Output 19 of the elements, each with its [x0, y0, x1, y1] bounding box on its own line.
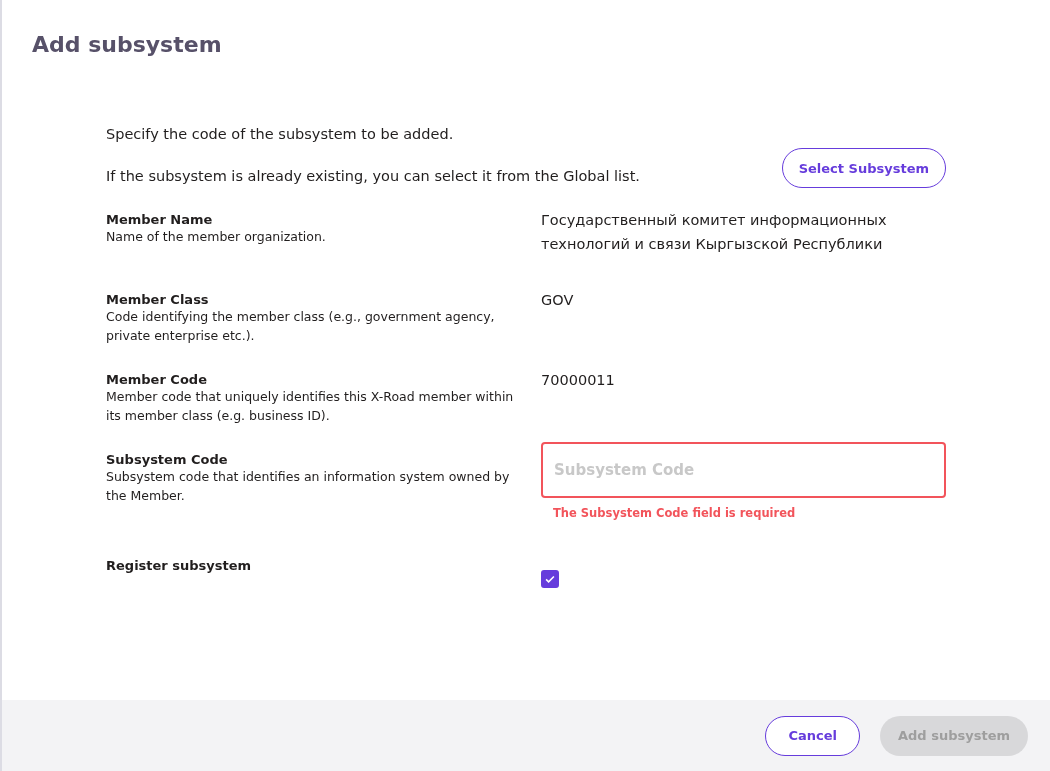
field-label: Member Name — [106, 212, 214, 227]
dialog-title: Add subsystem — [31, 31, 223, 59]
field-label: Subsystem Code — [106, 452, 229, 467]
select-subsystem-button[interactable]: Select Subsystem — [781, 148, 946, 188]
field-help-text: Name of the member organization. — [106, 228, 327, 246]
register-checkbox[interactable] — [541, 570, 559, 588]
field-help-text: Subsystem code that identifies an information system owned by the Member. — [106, 468, 511, 505]
field-label: Member Code — [106, 372, 208, 387]
field-label: Register subsystem — [106, 558, 253, 573]
field-help-text: Member code that uniquely identifies this X-Road member within its member class (e.g. business ID). — [106, 388, 515, 425]
field-label: Member Class — [106, 292, 210, 307]
field-help-text: Code identifying the member class (e.g., government agency, private enterprise etc.). — [106, 308, 496, 345]
instruction-text: If the subsystem is already existing, you can select it from the Global list. — [106, 168, 640, 184]
instruction-text: Specify the code of the subsystem to be added. — [106, 126, 455, 142]
error-message: The Subsystem Code field is required — [553, 506, 797, 520]
field-value: 70000011 — [541, 371, 616, 390]
cancel-button[interactable]: Cancel — [765, 715, 860, 756]
field-value: Государственный комитет информационных технологий и связи Кыргызской Республики — [541, 211, 888, 254]
field-value: GOV — [541, 291, 575, 310]
